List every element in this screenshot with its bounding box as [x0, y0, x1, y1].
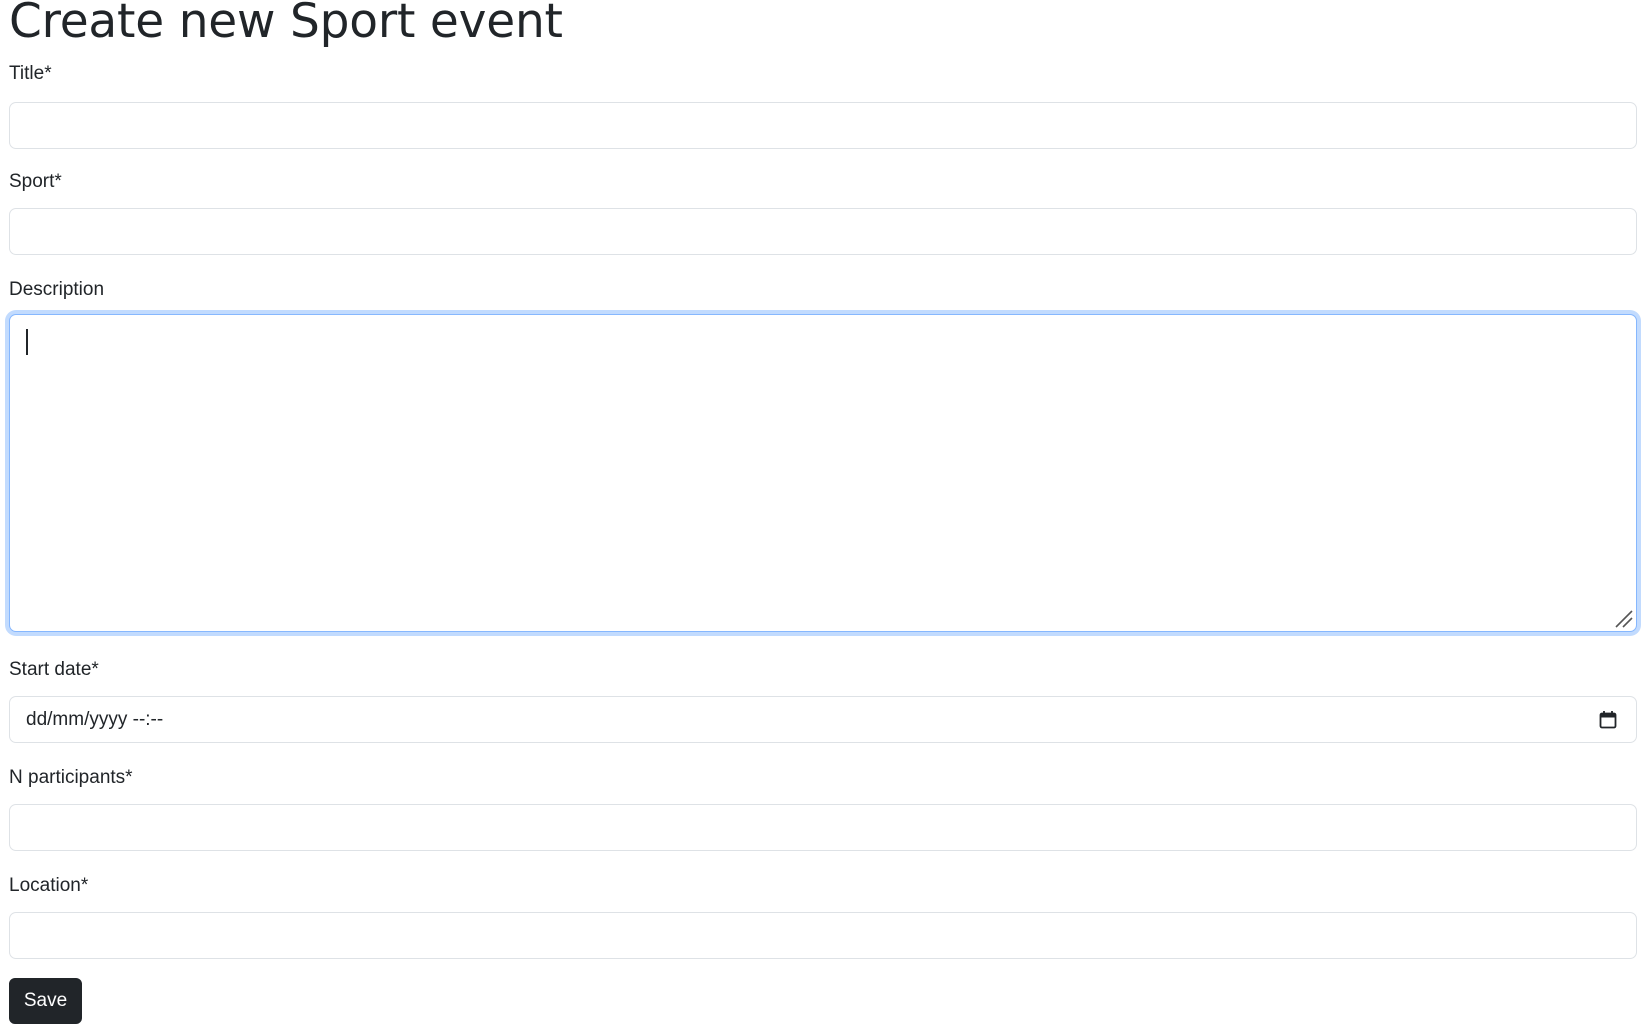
description-field-group: Description	[9, 278, 1637, 632]
save-button[interactable]: Save	[9, 978, 82, 1024]
text-caret	[26, 329, 28, 355]
location-field-group: Location*	[9, 874, 1637, 959]
title-label: Title*	[9, 63, 52, 84]
n-participants-label: N participants*	[9, 767, 133, 788]
sport-label: Sport*	[9, 171, 62, 192]
n-participants-input[interactable]	[9, 804, 1637, 851]
start-date-placeholder: dd/mm/yyyy --:--	[26, 709, 164, 730]
start-date-input[interactable]: dd/mm/yyyy --:--	[9, 696, 1637, 743]
description-label: Description	[9, 279, 105, 300]
calendar-icon[interactable]	[1598, 710, 1618, 730]
location-input[interactable]	[9, 912, 1637, 959]
title-input[interactable]	[9, 102, 1637, 149]
n-participants-field-group: N participants*	[9, 766, 1637, 851]
page-title: Create new Sport event	[9, 0, 563, 49]
sport-input[interactable]	[9, 208, 1637, 255]
resize-handle-icon[interactable]	[1612, 607, 1634, 629]
description-textarea[interactable]	[9, 314, 1637, 632]
start-date-label: Start date*	[9, 659, 99, 680]
location-label: Location*	[9, 875, 89, 896]
start-date-field-group: Start date* dd/mm/yyyy --:--	[9, 658, 1637, 743]
title-field-group: Title*	[9, 62, 1637, 149]
sport-field-group: Sport*	[9, 170, 1637, 255]
